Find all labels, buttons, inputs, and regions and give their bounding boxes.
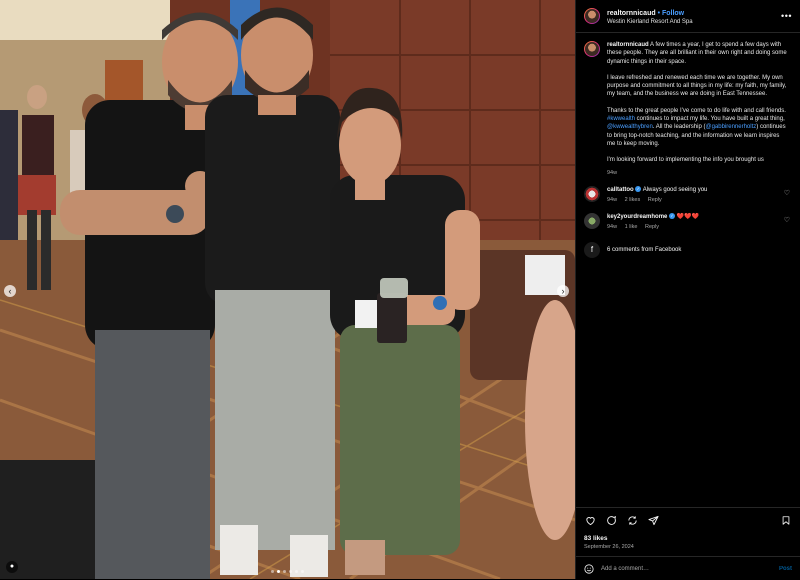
author-username[interactable]: realtornnicaud [607,10,656,17]
more-horizontal-icon[interactable]: ••• [781,11,792,21]
comment-username[interactable]: key2yourdreamhome [607,214,667,220]
like-comment-heart-icon[interactable]: ♡ [784,216,790,224]
commenter-avatar[interactable] [584,185,600,202]
post-side-panel: realtornnicaud • Follow Westin Kierland … [575,0,800,579]
carousel-dot [301,570,304,573]
instagram-post-modal: ‹ › ● realtornnicaud • Follow Westin Kie… [0,0,800,579]
facebook-icon: f [584,241,600,258]
post-photo[interactable]: ‹ › ● [0,0,575,579]
share-send-icon[interactable] [647,514,659,526]
follow-button[interactable]: Follow [662,10,684,17]
carousel-dot-active [277,570,280,573]
reply-button[interactable]: Reply [648,197,662,203]
comment-age: 94w [607,196,618,203]
carousel-prev-button[interactable]: ‹ [4,285,16,297]
commenter-avatar[interactable] [584,212,600,229]
caption-username[interactable]: realtornnicaud [607,42,649,48]
comment-likes[interactable]: 2 likes [625,197,641,203]
caption-text-4: I'm looking forward to implementing the … [607,157,764,164]
carousel-indicator [0,570,575,573]
comment-composer: Add a comment… Post [576,556,800,580]
hashtag-link[interactable]: #kwwealth [607,116,635,122]
comment-item: calltattoo ✓ Always good seeing you 94w … [584,185,792,204]
likes-count[interactable]: 83 likes [584,535,792,542]
caption-text-3c: . All the leadership ( [652,124,706,131]
caption-text-3a: Thanks to the great people I've come to … [607,107,786,114]
bookmark-icon[interactable] [780,514,792,526]
photo-illustration [0,0,575,579]
comment-likes[interactable]: 1 like [625,224,638,230]
carousel-next-button[interactable]: › [557,285,569,297]
post-comment-button[interactable]: Post [779,566,792,572]
facebook-comments-label[interactable]: 6 comments from Facebook [607,247,681,253]
carousel-dot [289,570,292,573]
mention-link[interactable]: @kwwealthybren [607,124,653,130]
comment-age: 94w [607,223,618,230]
comment-text: Always good seeing you [642,186,708,193]
post-location[interactable]: Westin Kierland Resort And Spa [607,18,693,27]
carousel-dot [295,570,298,573]
comments-section[interactable]: realtornnicaud A few times a year, I get… [576,33,800,483]
verified-badge-icon: ✓ [635,186,642,193]
verified-badge-icon: ✓ [669,213,676,220]
repost-icon[interactable] [626,514,638,526]
carousel-dot [271,570,274,573]
caption: realtornnicaud A few times a year, I get… [584,41,792,177]
author-avatar[interactable] [584,8,600,24]
caption-text-2: I leave refreshed and renewed each time … [607,74,787,98]
comment-text: ❤️❤️❤️ [676,213,700,220]
facebook-comments-row[interactable]: f 6 comments from Facebook [584,241,792,258]
emoji-icon[interactable] [584,563,594,574]
post-date: September 26, 2024 [584,544,634,550]
caption-avatar[interactable] [584,41,600,57]
comment-bubble-icon[interactable] [605,514,617,526]
like-comment-heart-icon[interactable]: ♡ [784,189,790,197]
comment-item: key2yourdreamhome ✓ ❤️❤️❤️ 94w 1 like Re… [584,212,792,231]
like-heart-icon[interactable] [584,514,596,526]
mention-link[interactable]: @gabbirennerholtz [705,124,756,130]
caption-text-3b: continues to impact my life. You have bu… [635,116,785,123]
comment-username[interactable]: calltattoo [607,187,634,193]
action-bar: 83 likes September 26, 2024 [576,507,800,550]
carousel-dot [283,570,286,573]
comment-input[interactable]: Add a comment… [601,566,649,572]
reply-button[interactable]: Reply [645,224,659,230]
caption-age: 94w [607,169,618,176]
post-header: realtornnicaud • Follow Westin Kierland … [576,0,800,33]
